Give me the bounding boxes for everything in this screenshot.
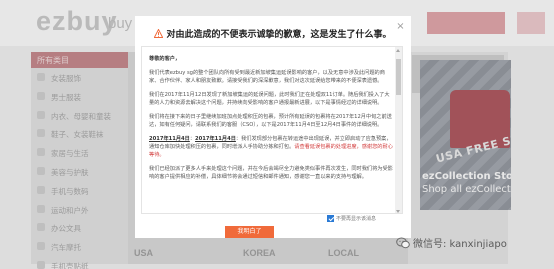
wechat-icon [396, 237, 410, 248]
timeline-date: 2017年11月4日 [149, 136, 190, 142]
timeline-paragraph: 2017年11月4日：2017年11月4日：我们发现部分包裹在转运途中出现延误，… [149, 136, 393, 158]
watermark-text: 微信号: kanxinjiapo [413, 239, 507, 250]
dont-show-label[interactable]: 不要再显示该消息 [336, 215, 376, 222]
body-paragraph: 我们在2017年11月12日发现了新加坡集运的延误问题，此时我们正在处理双11订… [149, 92, 390, 106]
body-paragraph: 我们代表ezbuy sg的整个团队向所有受到最近新加坡集运延误影响的客户，以及无… [149, 70, 385, 84]
dialog-title: 对由此造成的不便表示诚挚的歉意，这是发生了什么事。 [166, 30, 392, 40]
greeting: 尊敬的客户， [149, 56, 181, 62]
scroll-up-arrow-icon[interactable] [396, 49, 400, 52]
body-paragraph: 我们已经加派了更多人手来处理这个问题，并在今后会竭尽全力避免类似事件再次发生，同… [149, 166, 393, 180]
warning-icon [154, 29, 164, 38]
apology-dialog: × 对由此造成的不便表示诚挚的歉意，这是发生了什么事。 尊敬的客户， 我们代表e… [135, 16, 411, 238]
scrollbar[interactable] [395, 47, 402, 213]
timeline-date: 2017年11月4日 [195, 136, 236, 142]
body-paragraph: 我们将在接下来的日子里继续加班加点处理积压的包裹，预计所有延误的包裹将在2017… [149, 114, 392, 128]
dialog-scroll-area[interactable]: 尊敬的客户， 我们代表ezbuy sg的整个团队向所有受到最近新加坡集运延误影响… [141, 46, 403, 214]
scrollbar-thumb[interactable] [396, 59, 401, 95]
dont-show-checkbox[interactable] [327, 215, 334, 222]
understood-button[interactable]: 我明白了 [225, 226, 274, 238]
dialog-body: 尊敬的客户， 我们代表ezbuy sg的整个团队向所有受到最近新加坡集运延误影响… [149, 55, 393, 187]
scroll-down-arrow-icon[interactable] [396, 210, 400, 213]
dont-show-again[interactable]: 不要再显示该消息 [327, 215, 376, 222]
dialog-header: 对由此造成的不便表示诚挚的歉意，这是发生了什么事。 [135, 27, 411, 40]
wechat-watermark: 微信号: kanxinjiapo [396, 235, 507, 250]
